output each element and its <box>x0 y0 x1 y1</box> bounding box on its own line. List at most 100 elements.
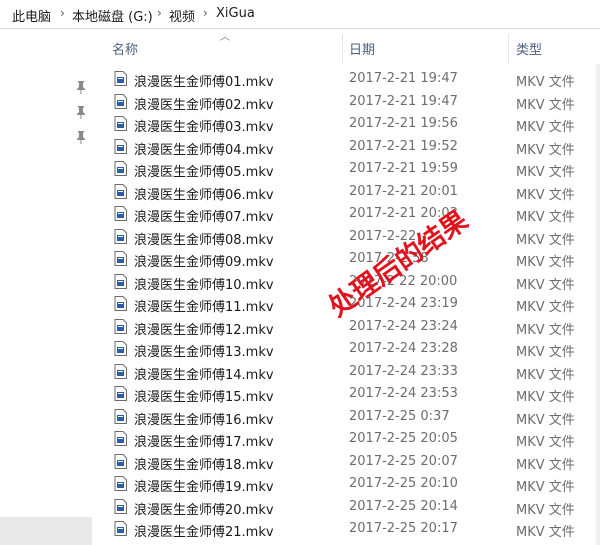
file-name[interactable]: 浪漫医生金师傅14.mkv <box>134 364 274 383</box>
breadcrumb-local-disk[interactable]: 本地磁盘 (G:) <box>72 6 153 25</box>
file-row[interactable]: 浪漫医生金师傅16.mkv 2017-2-25 0:37 MKV 文件 <box>108 406 600 428</box>
file-type: MKV 文件 <box>516 367 575 383</box>
file-name[interactable]: 浪漫医生金师傅21.mkv <box>134 521 274 540</box>
overlay-stamp: 处理后的结果 <box>322 204 474 324</box>
file-name[interactable]: 浪漫医生金师傅17.mkv <box>134 431 274 450</box>
file-type: MKV 文件 <box>516 457 575 473</box>
file-name[interactable]: 浪漫医生金师傅11.mkv <box>134 296 274 315</box>
column-header-row: ︿ 名称 日期 类型 <box>96 30 600 64</box>
file-date: 2017-2-25 0:37 <box>349 408 450 424</box>
file-date: 2017-2-25 20:17 <box>349 521 458 536</box>
file-name[interactable]: 浪漫医生金师傅04.mkv <box>134 139 274 158</box>
file-row[interactable]: 浪漫医生金师傅02.mkv 2017-2-21 19:47 MKV 文件 <box>108 91 600 113</box>
pin-icon[interactable] <box>75 105 87 119</box>
file-date: 2017-2-21 19:59 <box>349 161 458 176</box>
file-name[interactable]: 浪漫医生金师傅18.mkv <box>134 454 274 473</box>
video-file-icon <box>114 318 127 334</box>
file-type: MKV 文件 <box>516 277 575 293</box>
file-type: MKV 文件 <box>516 300 575 315</box>
video-file-icon <box>114 363 127 379</box>
video-file-icon <box>114 228 127 244</box>
breadcrumb-separator-icon[interactable]: › <box>203 6 208 20</box>
file-row[interactable]: 浪漫医生金师傅21.mkv 2017-2-25 20:17 MKV 文件 <box>108 518 600 540</box>
column-header-type[interactable]: 类型 <box>516 39 542 58</box>
video-file-icon <box>114 453 127 469</box>
file-name[interactable]: 浪漫医生金师傅07.mkv <box>134 206 274 225</box>
file-row[interactable]: 浪漫医生金师傅13.mkv 2017-2-24 23:28 MKV 文件 <box>108 338 600 360</box>
file-row[interactable]: 浪漫医生金师傅04.mkv 2017-2-21 19:52 MKV 文件 <box>108 136 600 158</box>
breadcrumb-separator-icon[interactable]: › <box>157 6 162 20</box>
column-divider[interactable] <box>342 34 343 64</box>
file-date: 2017-2-24 23:33 <box>349 363 458 379</box>
scrollbar[interactable] <box>596 64 600 545</box>
file-type: MKV 文件 <box>516 502 575 518</box>
file-name[interactable]: 浪漫医生金师傅10.mkv <box>134 274 274 293</box>
file-row[interactable]: 浪漫医生金师傅19.mkv 2017-2-25 20:10 MKV 文件 <box>108 473 600 495</box>
file-type: MKV 文件 <box>516 412 575 428</box>
file-name[interactable]: 浪漫医生金师傅03.mkv <box>134 116 274 135</box>
file-date: 2017-2-21 19:47 <box>349 71 458 86</box>
video-file-icon <box>114 93 127 109</box>
pin-icon[interactable] <box>75 130 87 144</box>
file-type: MKV 文件 <box>516 165 575 180</box>
file-row[interactable]: 浪漫医生金师傅18.mkv 2017-2-25 20:07 MKV 文件 <box>108 451 600 473</box>
navigation-pane[interactable] <box>0 29 92 545</box>
column-header-name[interactable]: 名称 <box>112 39 138 58</box>
file-name[interactable]: 浪漫医生金师傅20.mkv <box>134 499 274 518</box>
file-name[interactable]: 浪漫医生金师傅02.mkv <box>134 94 274 113</box>
file-date: 2017-2-24 23:28 <box>349 341 458 356</box>
file-name[interactable]: 浪漫医生金师傅15.mkv <box>134 386 274 405</box>
video-file-icon <box>114 296 127 311</box>
file-type: MKV 文件 <box>516 525 575 540</box>
file-date: 2017-2-24 23:53 <box>349 386 458 401</box>
file-name[interactable]: 浪漫医生金师傅06.mkv <box>134 184 274 203</box>
file-type: MKV 文件 <box>516 210 575 225</box>
breadcrumb-videos[interactable]: 视频 <box>169 6 195 25</box>
address-bar[interactable]: 此电脑 › 本地磁盘 (G:) › 视频 › XiGua <box>0 0 600 29</box>
file-date: 2017-2-21 19:52 <box>349 138 458 154</box>
video-file-icon <box>114 273 127 289</box>
video-file-icon <box>114 116 127 131</box>
file-name[interactable]: 浪漫医生金师傅16.mkv <box>134 409 274 428</box>
breadcrumb-this-pc[interactable]: 此电脑 <box>12 6 51 25</box>
file-date: 2017-2-25 20:05 <box>349 431 458 446</box>
pin-icon[interactable] <box>75 80 87 94</box>
file-type: MKV 文件 <box>516 187 575 203</box>
file-date: 2017-2-25 20:10 <box>349 476 458 491</box>
file-name[interactable]: 浪漫医生金师傅12.mkv <box>134 319 274 338</box>
file-type: MKV 文件 <box>516 232 575 248</box>
file-date: 2017-2-25 20:07 <box>349 453 458 469</box>
video-file-icon <box>114 386 127 401</box>
breadcrumb-xigua[interactable]: XiGua <box>216 6 255 21</box>
file-type: MKV 文件 <box>516 255 575 270</box>
file-row[interactable]: 浪漫医生金师傅03.mkv 2017-2-21 19:56 MKV 文件 <box>108 113 600 135</box>
file-row[interactable]: 浪漫医生金师傅15.mkv 2017-2-24 23:53 MKV 文件 <box>108 383 600 405</box>
file-row[interactable]: 浪漫医生金师傅05.mkv 2017-2-21 19:59 MKV 文件 <box>108 158 600 180</box>
file-row[interactable]: 浪漫医生金师傅01.mkv 2017-2-21 19:47 MKV 文件 <box>108 68 600 90</box>
video-file-icon <box>114 71 127 86</box>
file-date: 2017-2-21 19:47 <box>349 93 458 109</box>
file-row[interactable]: 浪漫医生金师傅20.mkv 2017-2-25 20:14 MKV 文件 <box>108 496 600 518</box>
file-name[interactable]: 浪漫医生金师傅01.mkv <box>134 71 274 90</box>
file-name[interactable]: 浪漫医生金师傅13.mkv <box>134 341 274 360</box>
file-name[interactable]: 浪漫医生金师傅05.mkv <box>134 161 274 180</box>
column-header-date[interactable]: 日期 <box>349 39 375 58</box>
video-file-icon <box>114 521 127 536</box>
file-type: MKV 文件 <box>516 75 575 90</box>
file-row[interactable]: 浪漫医生金师傅14.mkv 2017-2-24 23:33 MKV 文件 <box>108 361 600 383</box>
file-type: MKV 文件 <box>516 345 575 360</box>
sort-ascending-icon: ︿ <box>220 32 230 43</box>
video-file-icon <box>114 408 127 424</box>
video-file-icon <box>114 498 127 514</box>
video-file-icon <box>114 431 127 446</box>
file-name[interactable]: 浪漫医生金师傅09.mkv <box>134 251 274 270</box>
overlay-text: 处理后的结果 <box>322 204 474 324</box>
column-divider[interactable] <box>508 34 509 64</box>
file-type: MKV 文件 <box>516 322 575 338</box>
breadcrumb-separator-icon[interactable]: › <box>60 6 65 20</box>
video-file-icon <box>114 476 127 491</box>
file-name[interactable]: 浪漫医生金师傅19.mkv <box>134 476 274 495</box>
file-row[interactable]: 浪漫医生金师傅17.mkv 2017-2-25 20:05 MKV 文件 <box>108 428 600 450</box>
file-name[interactable]: 浪漫医生金师傅08.mkv <box>134 229 274 248</box>
nav-selected-item[interactable] <box>0 517 92 545</box>
